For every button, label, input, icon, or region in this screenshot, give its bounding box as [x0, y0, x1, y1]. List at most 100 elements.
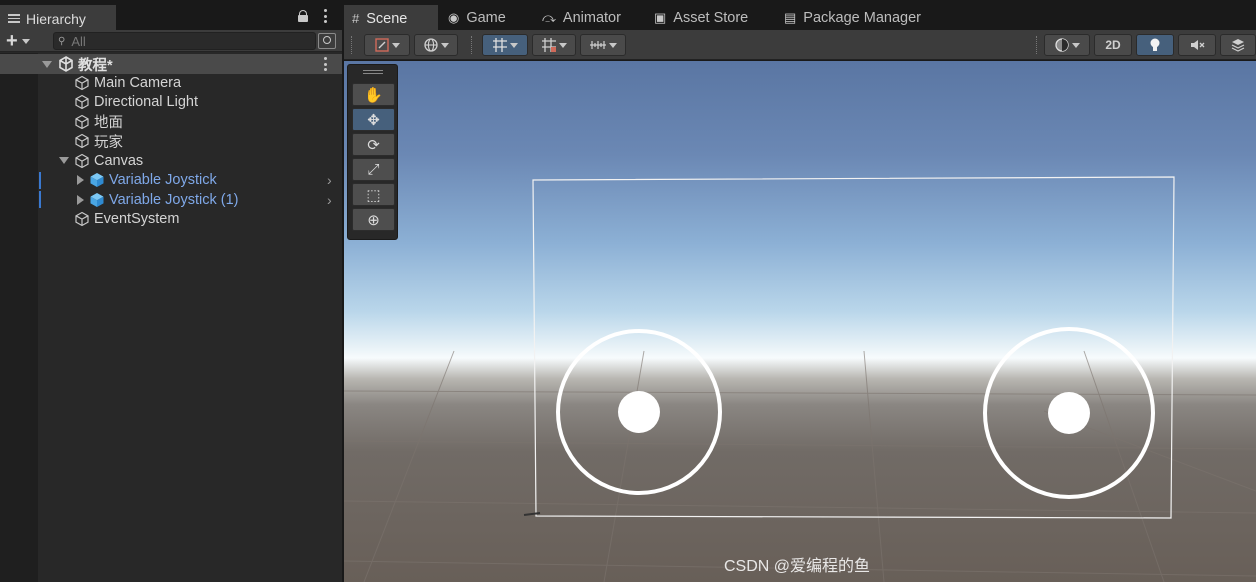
- lock-icon[interactable]: [298, 10, 308, 22]
- move-icon: ✥: [367, 111, 380, 129]
- ruler-dropdown[interactable]: [580, 34, 626, 56]
- add-object-button[interactable]: +: [6, 30, 40, 52]
- hierarchy-search-input[interactable]: [71, 33, 292, 49]
- move-tool-button[interactable]: ✥: [352, 108, 395, 131]
- chevron-down-icon: [392, 42, 400, 48]
- scale-icon: ⤢: [367, 161, 380, 178]
- scene-name: 教程*: [78, 57, 113, 74]
- animator-icon: ⤼: [542, 9, 556, 25]
- hierarchy-item-player[interactable]: 玩家: [0, 132, 342, 152]
- hand-icon: ✋: [364, 86, 383, 104]
- audio-toggle[interactable]: [1178, 34, 1216, 56]
- tab-label: Scene: [366, 10, 408, 27]
- grid-snapping-toggle[interactable]: [482, 34, 528, 56]
- watermark-text: CSDN @爱编程的鱼: [724, 558, 871, 575]
- ground-grid: [344, 350, 1256, 582]
- scene-toolbar: 2D: [344, 30, 1256, 60]
- prefab-cube-icon: [90, 192, 104, 207]
- rotate-tool-button[interactable]: ⟳: [352, 133, 395, 156]
- right-joystick-knob[interactable]: [1048, 392, 1090, 434]
- hierarchy-tab-label: Hierarchy: [26, 10, 86, 27]
- hierarchy-item-label: Canvas: [94, 152, 144, 169]
- chevron-right-icon[interactable]: ›: [327, 192, 332, 208]
- left-joystick-knob[interactable]: [618, 391, 660, 433]
- unity-scene-icon: [59, 56, 73, 72]
- hierarchy-toolbar: + ⚲: [0, 30, 342, 52]
- effects-dropdown[interactable]: [1220, 34, 1256, 56]
- palette-drag-handle[interactable]: [363, 70, 383, 74]
- chevron-right-icon[interactable]: ›: [327, 172, 332, 188]
- scene-viewport[interactable]: ✋ ✥ ⟳ ⤢ ⬚ ⊕: [344, 61, 1256, 582]
- more-options-icon[interactable]: [323, 9, 327, 23]
- hierarchy-item-label: Variable Joystick: [109, 172, 217, 189]
- hierarchy-search-field[interactable]: ⚲: [53, 32, 316, 50]
- gamepad-icon: ◉: [448, 9, 460, 25]
- gameobject-cube-icon: [75, 212, 89, 227]
- search-scene-button[interactable]: [318, 33, 336, 49]
- package-icon: ▤: [784, 9, 797, 25]
- expand-arrow-icon[interactable]: [59, 157, 69, 165]
- hierarchy-item-eventsystem[interactable]: EventSystem: [0, 210, 342, 230]
- scale-tool-button[interactable]: ⤢: [352, 158, 395, 181]
- tab-asset-store[interactable]: ▣ Asset Store: [646, 5, 770, 30]
- lighting-toggle[interactable]: [1136, 34, 1174, 56]
- selection-marker: [39, 171, 41, 189]
- tab-label: Asset Store: [673, 9, 749, 26]
- transform-tool-button[interactable]: ⊕: [352, 208, 395, 231]
- tab-package-manager[interactable]: ▤ Package Manager: [776, 5, 946, 30]
- plus-icon: +: [6, 30, 18, 52]
- global-local-dropdown[interactable]: [414, 34, 458, 56]
- scene-row[interactable]: 教程*: [0, 54, 342, 74]
- hierarchy-tab[interactable]: Hierarchy: [0, 5, 116, 30]
- chevron-down-icon: [21, 38, 30, 44]
- hierarchy-item-label: 玩家: [94, 134, 123, 151]
- hierarchy-item-label: Directional Light: [94, 94, 198, 111]
- hierarchy-item-label: Main Camera: [94, 74, 182, 91]
- scene-panel: # Scene ◉ Game ⤼ Animator ▣ Asset Store …: [344, 0, 1256, 582]
- hierarchy-item-variable-joystick-1[interactable]: Variable Joystick (1) ›: [0, 190, 342, 210]
- hierarchy-item-canvas[interactable]: Canvas: [0, 151, 342, 171]
- hierarchy-item-ground[interactable]: 地面: [0, 112, 342, 132]
- gameobject-cube-icon: [75, 75, 89, 90]
- shading-dropdown[interactable]: [1044, 34, 1090, 56]
- expand-arrow-icon[interactable]: [42, 60, 52, 68]
- hierarchy-item-directional-light[interactable]: Directional Light: [0, 93, 342, 113]
- increment-snap-dropdown[interactable]: [532, 34, 576, 56]
- hierarchy-item-label: EventSystem: [94, 211, 180, 228]
- snap-increment-icon: [542, 38, 556, 52]
- tab-label: Game: [466, 9, 506, 26]
- tab-scene[interactable]: # Scene: [344, 5, 438, 30]
- editor-tab-bar: # Scene ◉ Game ⤼ Animator ▣ Asset Store …: [344, 0, 1256, 30]
- hand-tool-button[interactable]: ✋: [352, 83, 395, 106]
- tab-label: Animator: [562, 9, 621, 26]
- hierarchy-item-variable-joystick[interactable]: Variable Joystick ›: [0, 171, 342, 191]
- tab-game[interactable]: ◉ Game: [440, 5, 530, 30]
- toolbar-grip: [471, 36, 473, 54]
- list-icon: [8, 14, 20, 23]
- speaker-mute-icon: [1191, 40, 1205, 50]
- globe-icon: [424, 38, 438, 52]
- gameobject-cube-icon: [75, 134, 89, 149]
- toolbar-grip: [1036, 36, 1038, 54]
- rect-icon: ⬚: [366, 186, 381, 204]
- selection-marker: [39, 191, 41, 208]
- collapse-arrow-icon[interactable]: [77, 194, 84, 205]
- collapse-arrow-icon[interactable]: [77, 175, 84, 186]
- scene-options-icon[interactable]: [323, 57, 327, 71]
- tab-animator[interactable]: ⤼ Animator: [534, 5, 642, 30]
- hierarchy-item-main-camera[interactable]: Main Camera: [0, 73, 342, 93]
- mode-2d-label: 2D: [1105, 38, 1121, 52]
- hierarchy-panel: Hierarchy + ⚲ 教程*: [0, 0, 342, 582]
- store-bag-icon: ▣: [654, 9, 667, 25]
- mode-2d-toggle[interactable]: 2D: [1094, 34, 1132, 56]
- scene-view-graphics: [344, 176, 1256, 582]
- draw-mode-dropdown[interactable]: [364, 34, 410, 56]
- grid-snap-icon: [493, 38, 507, 52]
- toolbar-grip: [351, 36, 353, 54]
- lightbulb-icon: [1150, 38, 1160, 51]
- rect-tool-button[interactable]: ⬚: [352, 183, 395, 206]
- canvas-bounds: [532, 176, 1175, 519]
- hierarchy-item-label: Variable Joystick (1): [109, 191, 239, 208]
- tool-palette: ✋ ✥ ⟳ ⤢ ⬚ ⊕: [347, 64, 398, 240]
- chevron-down-icon: [441, 42, 449, 48]
